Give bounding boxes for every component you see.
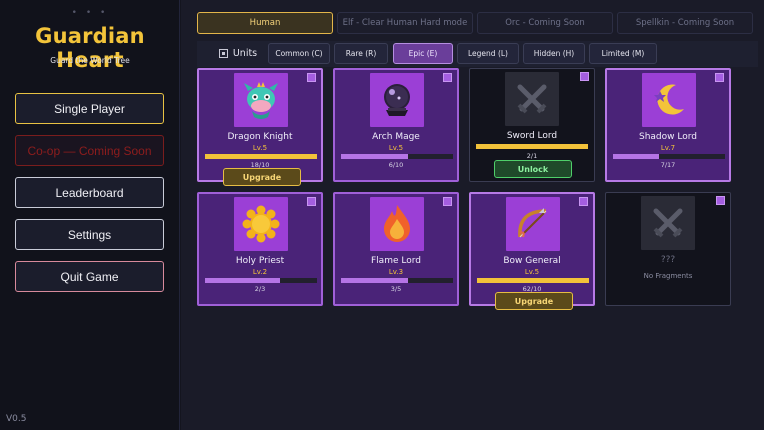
unit-level: Lv.5 — [524, 268, 540, 276]
unit-card-arch-mage[interactable]: Arch Mage Lv.5 6/10 — [333, 68, 459, 182]
fragment-progress-bar — [477, 278, 589, 283]
progress-fill — [341, 154, 409, 159]
upgrade-button[interactable]: Upgrade — [223, 168, 301, 186]
fragment-count: No Fragments — [643, 272, 693, 280]
units-label: Units — [232, 48, 258, 59]
unit-name: Holy Priest — [235, 256, 285, 266]
progress-fill — [477, 278, 589, 283]
bow-icon — [506, 197, 560, 251]
fragment-count: 7/17 — [660, 161, 676, 169]
units-toggle[interactable]: Units — [217, 43, 259, 64]
filter-legend[interactable]: Legend (L) — [457, 43, 519, 64]
unit-name: Flame Lord — [371, 256, 421, 266]
crossed-swords-icon — [505, 72, 559, 126]
crystal-ball-icon — [370, 73, 424, 127]
crossed-swords-icon — [641, 196, 695, 250]
unit-card-bow-general[interactable]: Bow General Lv.5 62/10 Upgrade — [469, 192, 595, 310]
fragment-progress-bar — [476, 144, 588, 149]
rarity-marker — [579, 197, 588, 206]
tab-spellkin[interactable]: Spellkin - Coming Soon — [617, 12, 753, 34]
filter-hidden[interactable]: Hidden (H) — [523, 43, 585, 64]
unit-card-sword-lord[interactable]: Sword Lord 2/1 Unlock — [469, 68, 595, 182]
unit-card-flame-lord[interactable]: Flame Lord Lv.3 3/5 — [333, 192, 459, 306]
filter-rare[interactable]: Rare (R) — [334, 43, 388, 64]
flame-icon — [370, 197, 424, 251]
upgrade-button[interactable]: Upgrade — [495, 292, 573, 310]
checkbox-icon — [218, 49, 228, 58]
filter-epic[interactable]: Epic (E) — [393, 43, 453, 64]
fragment-progress-bar — [341, 278, 453, 283]
unit-name: Sword Lord — [506, 131, 558, 141]
tab-elf[interactable]: Elf - Clear Human Hard mode — [337, 12, 473, 34]
unit-level: Lv.7 — [660, 144, 676, 152]
rarity-marker — [715, 73, 724, 82]
fragment-progress-bar — [205, 154, 317, 159]
quit-game-button[interactable]: Quit Game — [15, 261, 164, 292]
fragment-count: 3/5 — [390, 285, 402, 293]
rarity-marker — [307, 73, 316, 82]
rarity-marker — [443, 197, 452, 206]
version-label: V0.5 — [6, 414, 27, 424]
fragment-progress-bar — [205, 278, 317, 283]
game-subtitle: Guard the World Tree — [50, 56, 130, 65]
progress-fill — [476, 144, 588, 149]
unit-card-dragon-knight[interactable]: Dragon Knight Lv.5 18/10 Upgrade — [197, 68, 323, 186]
crescent-moon-icon — [642, 73, 696, 127]
progress-fill — [613, 154, 659, 159]
unit-level: Lv.5 — [388, 144, 404, 152]
main-menu-sidebar: • • • Guardian Heart Guard the World Tre… — [0, 0, 180, 430]
unit-card-holy-priest[interactable]: Holy Priest Lv.2 2/3 — [197, 192, 323, 306]
unit-name: Dragon Knight — [227, 132, 293, 142]
dragon-icon — [234, 73, 288, 127]
tab-human[interactable]: Human — [197, 12, 333, 34]
fragment-progress-bar — [341, 154, 453, 159]
unit-level: Lv.2 — [252, 268, 268, 276]
rarity-marker — [716, 196, 725, 205]
unit-card-unknown: ??? No Fragments — [605, 192, 731, 306]
unlock-button[interactable]: Unlock — [494, 160, 572, 178]
leaderboard-button[interactable]: Leaderboard — [15, 177, 164, 208]
filter-common[interactable]: Common (C) — [268, 43, 330, 64]
settings-button[interactable]: Settings — [15, 219, 164, 250]
fragment-count: 6/10 — [388, 161, 404, 169]
coop-button: Co-op — Coming Soon — [15, 135, 164, 166]
fragment-count: 2/1 — [526, 152, 538, 160]
unit-name: Shadow Lord — [639, 132, 697, 142]
fragment-count: 2/3 — [254, 285, 266, 293]
rarity-marker — [580, 72, 589, 81]
rarity-marker — [443, 73, 452, 82]
filter-limited[interactable]: Limited (M) — [589, 43, 657, 64]
unit-level: Lv.3 — [388, 268, 404, 276]
progress-fill — [341, 278, 409, 283]
rarity-filter-bar: Units Common (C) Rare (R) Epic (E) Legen… — [197, 41, 758, 67]
unit-name: ??? — [660, 255, 676, 265]
fragment-progress-bar — [613, 154, 725, 159]
tab-orc[interactable]: Orc - Coming Soon — [477, 12, 613, 34]
sun-icon — [234, 197, 288, 251]
rarity-marker — [307, 197, 316, 206]
decorative-dots: • • • — [71, 8, 109, 18]
progress-fill — [205, 154, 317, 159]
unit-card-shadow-lord[interactable]: Shadow Lord Lv.7 7/17 — [605, 68, 731, 182]
single-player-button[interactable]: Single Player — [15, 93, 164, 124]
unit-name: Arch Mage — [372, 132, 420, 142]
unit-level: Lv.5 — [252, 144, 268, 152]
unit-collection-panel: Human Elf - Clear Human Hard mode Orc - … — [181, 0, 764, 430]
unit-name: Bow General — [503, 256, 561, 266]
progress-fill — [205, 278, 281, 283]
